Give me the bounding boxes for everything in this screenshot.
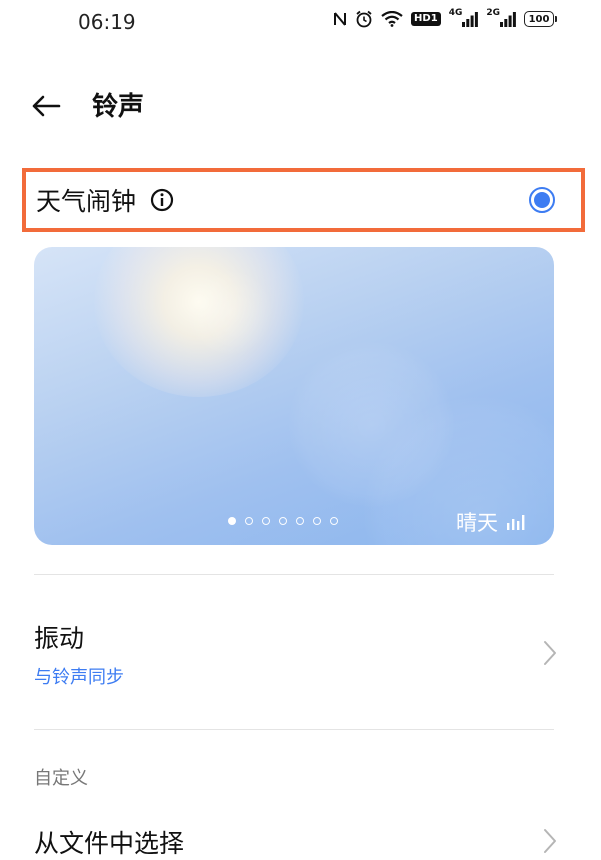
battery-icon: 100: [524, 11, 557, 27]
weather-alarm-option[interactable]: 天气闹钟: [22, 168, 585, 232]
alarm-clock-icon: [355, 10, 373, 28]
back-arrow-icon: [32, 95, 61, 117]
choose-from-file-label: 从文件中选择: [34, 829, 185, 858]
hd-badge: HD1: [411, 12, 441, 26]
choose-from-file-row[interactable]: 从文件中选择: [0, 812, 601, 858]
radio-selected-dot: [534, 192, 550, 208]
weather-alarm-label: 天气闹钟: [36, 187, 137, 216]
lens-flare: [184, 267, 274, 357]
page-dot[interactable]: [262, 517, 270, 525]
nfc-icon: [333, 11, 347, 27]
battery-tip: [555, 16, 557, 22]
weather-tag: 晴天: [456, 507, 526, 537]
status-bar: 06:19 HD1 4G 2G 100: [0, 0, 601, 44]
page-dot-active[interactable]: [228, 517, 236, 525]
vibrate-title: 振动: [34, 624, 85, 653]
weather-preview-card[interactable]: 晴天: [34, 247, 554, 545]
page-dot[interactable]: [279, 517, 287, 525]
status-icons: HD1 4G 2G 100: [333, 7, 557, 28]
status-time: 06:19: [78, 10, 136, 34]
net-2g-label: 2G: [486, 7, 500, 18]
signal-2g-icon: 2G: [486, 7, 516, 27]
divider: [34, 729, 554, 730]
page-title: 铃声: [92, 92, 145, 122]
page-dot[interactable]: [245, 517, 253, 525]
signal-4g-icon: 4G: [448, 7, 479, 27]
page-dot[interactable]: [313, 517, 321, 525]
chevron-right-icon: [543, 640, 557, 666]
page-indicator: [228, 517, 338, 525]
volume-bars-icon: [507, 515, 525, 530]
vibrate-subtitle: 与铃声同步: [34, 667, 124, 688]
weather-alarm-radio[interactable]: [529, 187, 555, 213]
vibrate-row[interactable]: 振动 与铃声同步: [0, 605, 601, 705]
back-button[interactable]: [28, 88, 64, 124]
weather-label: 晴天: [456, 511, 498, 535]
custom-section-label: 自定义: [34, 768, 88, 789]
page-dot[interactable]: [296, 517, 304, 525]
header: 铃声: [0, 80, 601, 130]
chevron-right-icon: [543, 828, 557, 854]
net-4g-label: 4G: [448, 7, 463, 18]
battery-level: 100: [524, 11, 554, 27]
info-icon[interactable]: [150, 188, 174, 212]
divider: [34, 574, 554, 575]
wifi-icon: [381, 11, 403, 27]
page-dot[interactable]: [330, 517, 338, 525]
